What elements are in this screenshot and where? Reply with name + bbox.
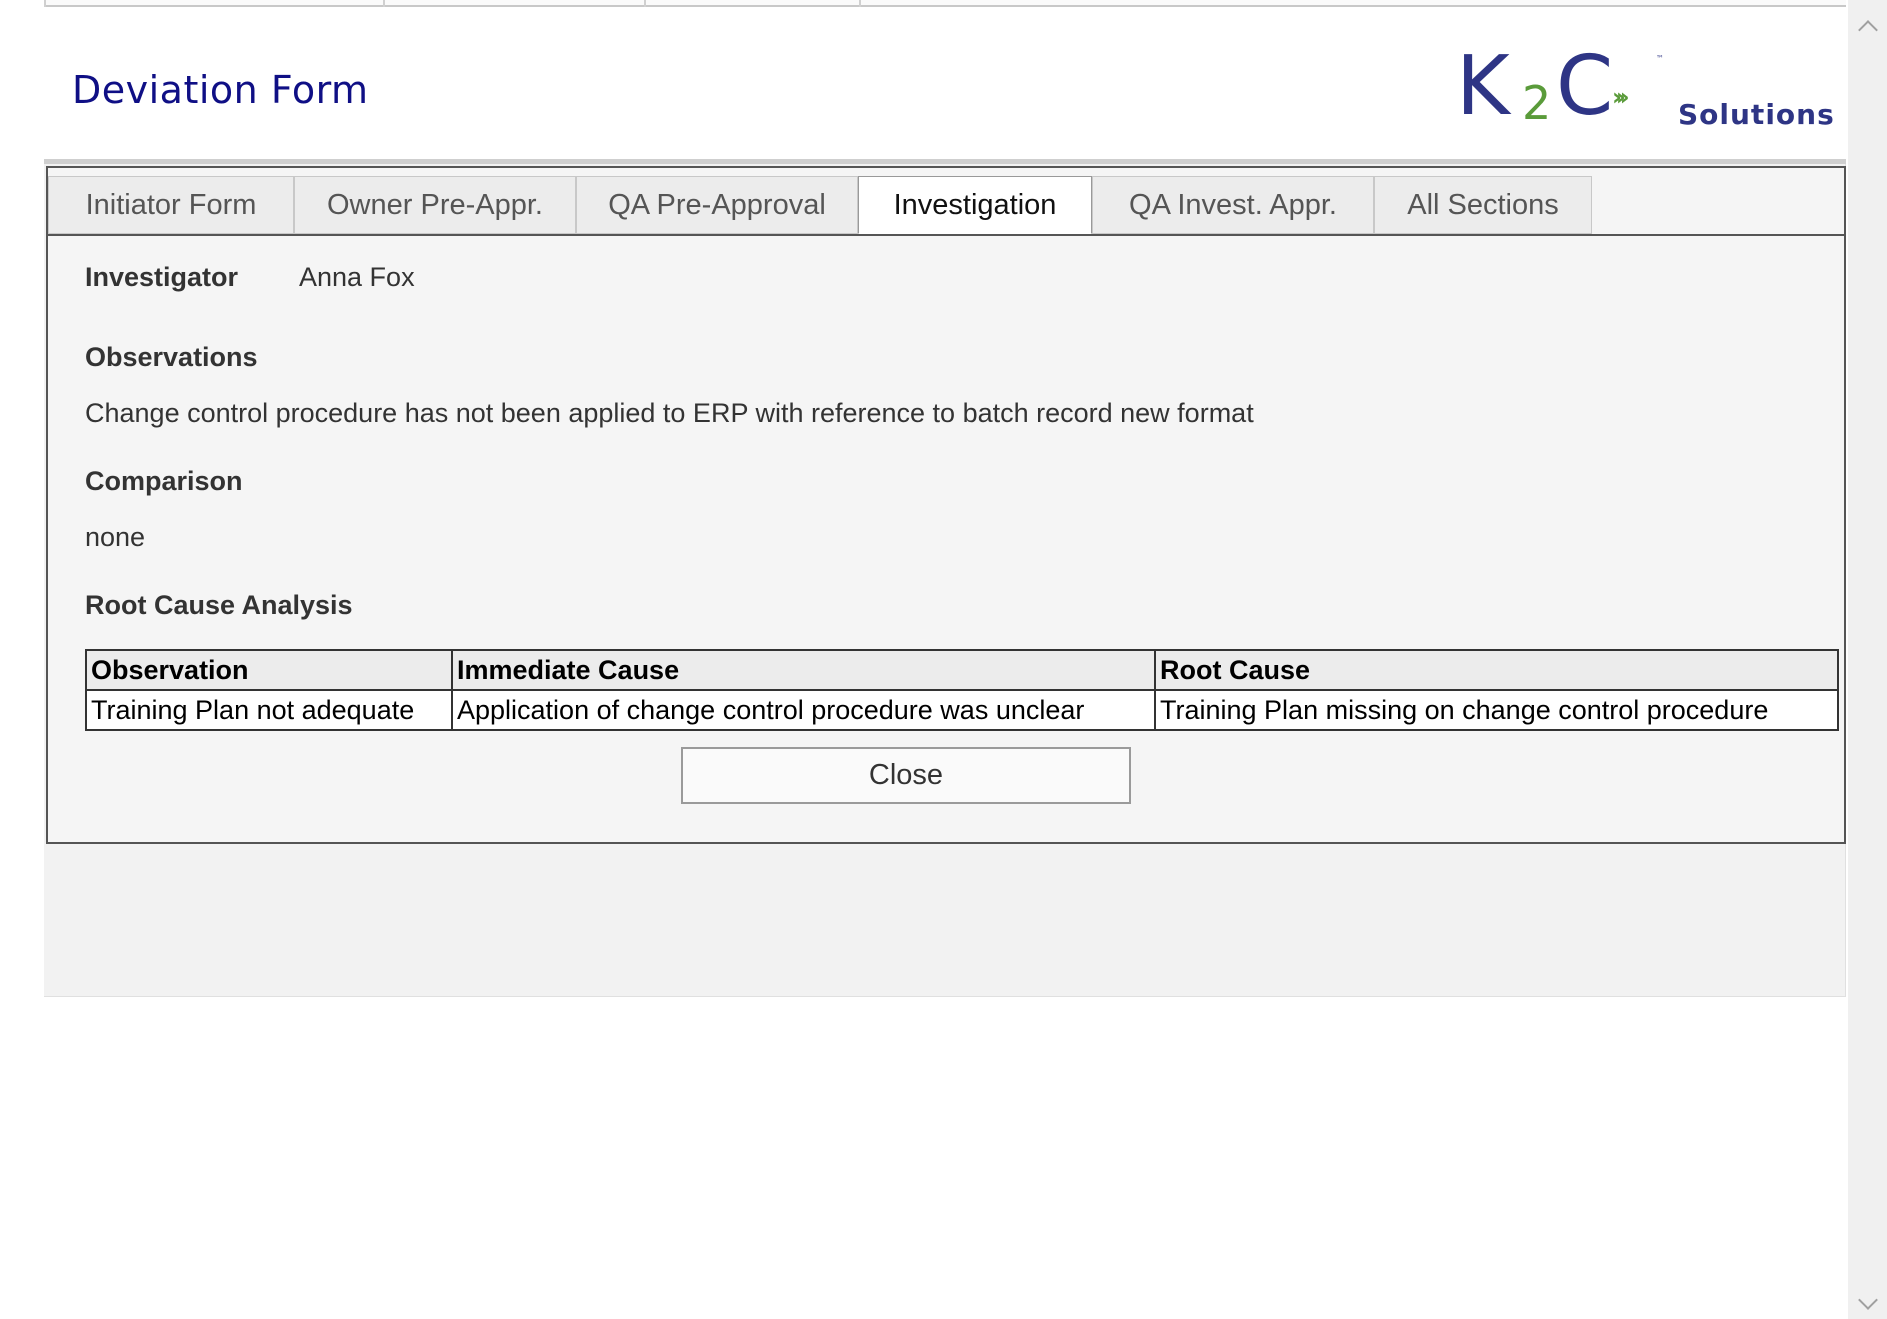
top-toolbar-remnant — [44, 0, 1846, 7]
table-cell-observation: Training Plan not adequate — [85, 689, 453, 731]
toolbar-divider — [859, 0, 861, 7]
comparison-label: Comparison — [85, 466, 243, 496]
page-root: Deviation Form K 2 C ››› ™ Solutions Ini… — [0, 0, 1887, 1319]
logo-digit-two: 2 — [1522, 76, 1552, 130]
table-cell-root-cause: Training Plan missing on change control … — [1154, 689, 1839, 731]
toolbar-divider — [644, 0, 646, 7]
table-header-row: Observation Immediate Cause Root Cause — [85, 649, 1839, 691]
scroll-down-button[interactable] — [1848, 1284, 1887, 1319]
toolbar-divider — [44, 0, 46, 7]
logo-trademark: ™ — [1656, 54, 1664, 63]
k2c-solutions-logo: K 2 C ››› ™ Solutions — [1456, 46, 1836, 146]
tab-all-sections[interactable]: All Sections — [1374, 176, 1592, 234]
root-cause-analysis-table: Observation Immediate Cause Root Cause T… — [85, 649, 1839, 731]
observations-label: Observations — [85, 342, 258, 372]
tab-qa-invest-approval[interactable]: QA Invest. Appr. — [1092, 176, 1374, 234]
table-cell-immediate-cause: Application of change control procedure … — [451, 689, 1156, 731]
vertical-scrollbar[interactable] — [1848, 0, 1887, 1319]
scroll-up-button[interactable] — [1848, 6, 1887, 46]
deviation-form-panel: Deviation Form K 2 C ››› ™ Solutions Ini… — [44, 8, 1846, 997]
column-header-root-cause: Root Cause — [1154, 649, 1839, 691]
close-button[interactable]: Close — [681, 747, 1131, 804]
form-header: Deviation Form K 2 C ››› ™ Solutions — [44, 8, 1846, 164]
investigator-value: Anna Fox — [299, 262, 415, 292]
comparison-value: none — [85, 522, 146, 552]
tab-owner-pre-approval[interactable]: Owner Pre-Appr. — [294, 176, 576, 234]
observations-value: Change control procedure has not been ap… — [85, 398, 1254, 428]
column-header-immediate-cause: Immediate Cause — [451, 649, 1156, 691]
chevron-down-icon — [1857, 1290, 1878, 1310]
logo-solutions-text: Solutions — [1678, 98, 1835, 131]
table-row: Training Plan not adequate Application o… — [85, 689, 1839, 731]
tab-investigation[interactable]: Investigation — [858, 176, 1092, 234]
tab-bar: Initiator Form Owner Pre-Appr. QA Pre-Ap… — [48, 168, 1844, 236]
investigator-label: Investigator — [85, 262, 239, 292]
tab-qa-pre-approval[interactable]: QA Pre-Approval — [576, 176, 858, 234]
root-cause-analysis-label: Root Cause Analysis — [85, 590, 353, 620]
logo-letter-c: C — [1556, 39, 1614, 134]
chevron-up-icon — [1857, 20, 1878, 40]
page-title: Deviation Form — [72, 68, 369, 112]
form-content-frame: Initiator Form Owner Pre-Appr. QA Pre-Ap… — [46, 166, 1846, 844]
toolbar-divider — [383, 0, 385, 7]
column-header-observation: Observation — [85, 649, 453, 691]
tab-initiator-form[interactable]: Initiator Form — [48, 176, 294, 234]
fast-forward-icon: ››› — [1612, 83, 1630, 111]
logo-letter-k: K — [1456, 39, 1510, 134]
investigation-section: Investigator Anna Fox Observations Chang… — [48, 238, 1844, 842]
